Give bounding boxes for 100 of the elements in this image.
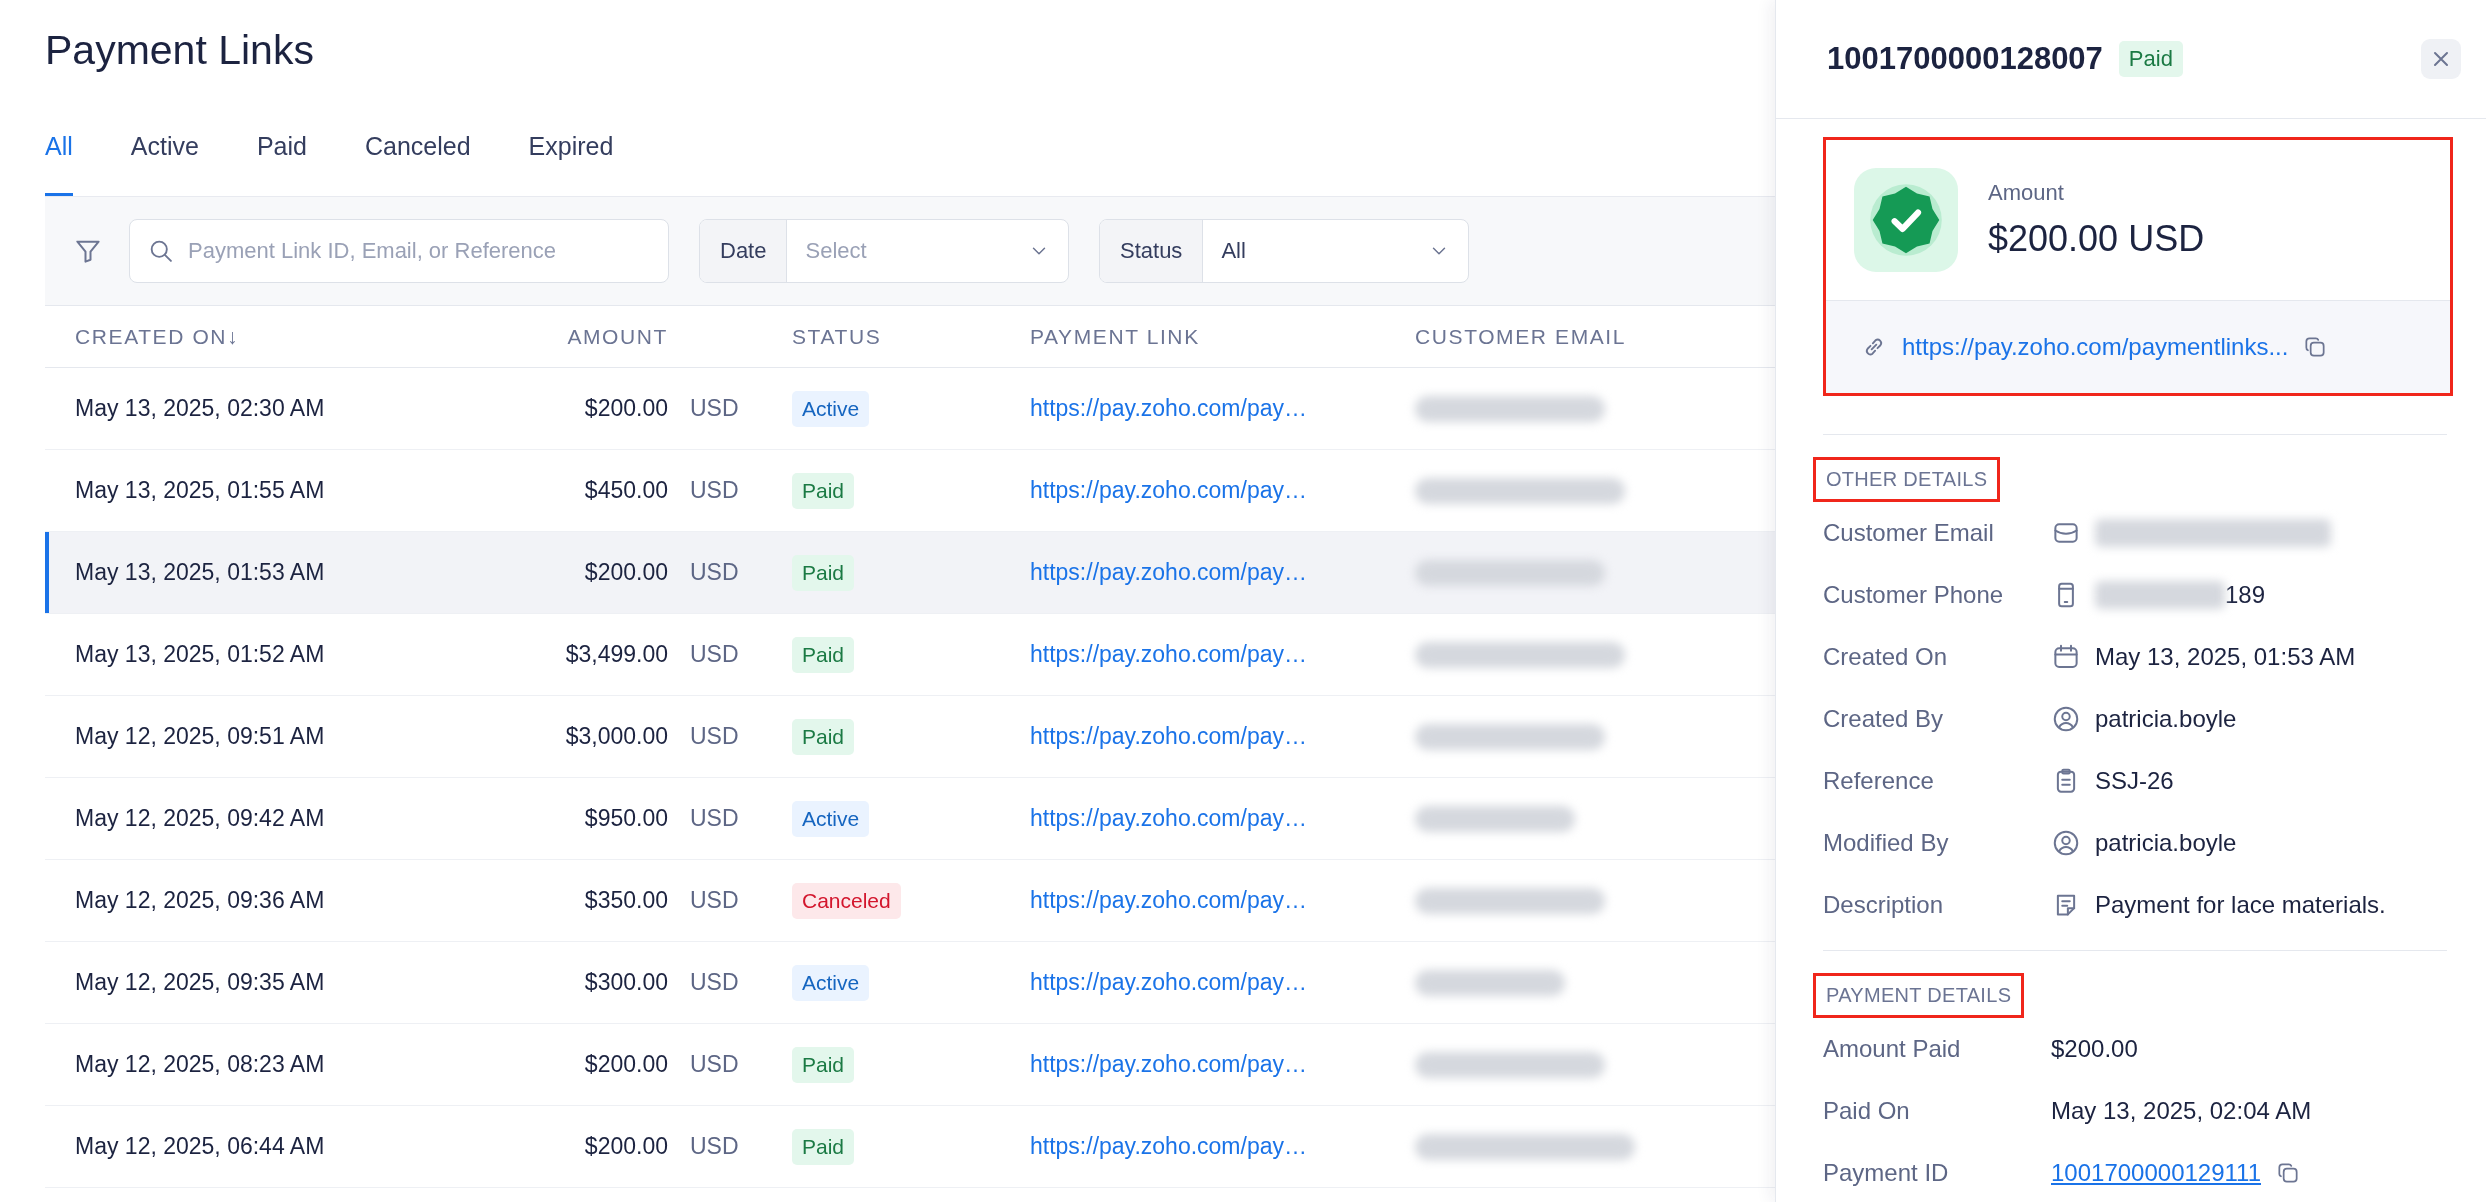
payment-link[interactable]: https://pay.zoho.com/pay… [1030,805,1307,832]
table-cell: $200.00 [584,1051,668,1078]
payment-link[interactable]: https://pay.zoho.com/pay… [1030,887,1307,914]
field-value: $200.00 [2051,1035,2138,1063]
payment-link[interactable]: https://pay.zoho.com/pay… [1030,1133,1307,1160]
copy-icon[interactable] [2275,1160,2301,1186]
payment-link[interactable]: https://pay.zoho.com/pay… [1030,1051,1307,1078]
filter-label: Date [700,220,788,282]
table-cell: $200.00 [584,395,668,422]
amount-value: $200.00 USD [1988,218,2205,260]
table-row[interactable]: May 12, 2025, 09:42 AM $950.00 USD Active https://pay.zoho.com/pay… [45,778,1775,860]
payment-link-id: 1001700000128007 [1827,41,2103,77]
field-value: Payment for lace materials. [2095,891,2386,919]
table-cell: $450.00 [584,477,668,504]
section-heading: OTHER DETAILS [1813,457,2001,502]
table-cell: $3,000.00 [565,723,668,750]
column-header[interactable]: AMOUNT [567,324,668,349]
table-row[interactable]: May 13, 2025, 01:53 AM $200.00 USD Paid https://pay.zoho.com/pay… [45,532,1775,614]
table-row[interactable]: May 12, 2025, 09:36 AM $350.00 USD Canceled https://pay.zoho.com/pay… [45,860,1775,942]
search-field[interactable]: Payment Link ID, Email, or Reference [129,219,669,283]
payment-link[interactable]: https://pay.zoho.com/pay… [1030,723,1307,750]
column-header[interactable]: STATUS [792,324,1030,349]
amount-label: Amount [1988,180,2065,206]
field-label: Amount Paid [1823,1035,1962,1063]
payment-link[interactable]: https://pay.zoho.com/pay… [1030,477,1307,504]
table-cell-text: USD [689,1051,740,1078]
verified-badge-icon [1854,168,1958,272]
table-cell: $200.00 [584,1133,668,1160]
tab[interactable]: Paid [256,132,307,196]
status-badge: Paid [792,1046,855,1083]
dropdown[interactable]: Select [787,220,1068,282]
table-cell-text: USD [689,477,740,504]
table-row[interactable]: May 13, 2025, 01:52 AM $3,499.00 USD Paid https://pay.zoho.com/pay… [45,614,1775,696]
user-icon [2051,828,2081,858]
table-row[interactable]: May 13, 2025, 02:30 AM $200.00 USD Active https://pay.zoho.com/pay… [45,368,1775,450]
table-cell: $350.00 [584,887,668,914]
payment-id-link[interactable]: 1001700000129111 [2051,1159,2261,1187]
table-cell: $300.00 [584,969,668,996]
status-badge: Active [792,800,870,837]
table-cell-text: May 13, 2025, 01:55 AM [75,477,326,504]
table-cell: $200.00 [584,559,668,586]
table-row[interactable]: May 12, 2025, 08:23 AM $200.00 USD Paid https://pay.zoho.com/pay… [45,1024,1775,1106]
table-row[interactable]: May 12, 2025, 09:51 AM $3,000.00 USD Paid https://pay.zoho.com/pay… [45,696,1775,778]
tab[interactable]: Expired [528,132,614,196]
status-badge: Active [792,964,870,1001]
status-badge: Paid [792,636,855,673]
filter-label: Status [1100,220,1204,282]
tab[interactable]: Canceled [364,132,471,196]
payment-link[interactable]: https://pay.zoho.com/paymentlinks... [1902,333,2289,361]
column-header[interactable]: CREATED ON↓ [75,324,480,349]
field-label: Created By [1823,705,1945,733]
table-row[interactable]: May 12, 2025, 06:44 AM $200.00 USD Paid https://pay.zoho.com/pay… [45,1106,1775,1188]
table-cell-text: USD [689,1133,740,1160]
table-cell-text: USD [689,395,740,422]
payment-link[interactable]: https://pay.zoho.com/pay… [1030,559,1307,586]
column-header[interactable]: PAYMENT LINK [1030,324,1415,349]
field-label: Created On [1823,643,1949,671]
field-value: patricia.boyle [2095,705,2237,733]
section-heading: PAYMENT DETAILS [1813,973,2025,1018]
column-header[interactable]: CUSTOMER EMAIL [1415,324,1775,349]
table-cell-text: USD [689,805,740,832]
table-cell-text: May 13, 2025, 01:53 AM [75,559,326,586]
status-badge: Canceled [792,882,901,919]
tab[interactable]: Active [130,132,199,196]
payment-link[interactable]: https://pay.zoho.com/pay… [1030,395,1307,422]
status-badge: Paid [792,554,855,591]
field-label: Reference [1823,767,1935,795]
field-value: May 13, 2025, 01:53 AM [2095,643,2356,671]
field-label: Paid On [1823,1097,1911,1125]
status-badge: Paid [792,1128,855,1165]
table-cell-text: USD [689,887,740,914]
table-cell-text: May 12, 2025, 09:51 AM [75,723,326,750]
field-value: SSJ-26 [2095,767,2174,795]
field-value: 189 [2225,581,2266,609]
table-row[interactable]: May 12, 2025, 09:35 AM $300.00 USD Active https://pay.zoho.com/pay… [45,942,1775,1024]
field-label: Customer Email [1823,519,1995,547]
field-label: Customer Phone [1823,581,2005,609]
table-cell-text: May 12, 2025, 09:36 AM [75,887,326,914]
close-button[interactable] [2421,39,2461,79]
table-cell-text: May 12, 2025, 09:35 AM [75,969,326,996]
status-badge: Active [792,390,870,427]
table-cell-text: USD [689,723,740,750]
status-badge: Paid [2118,41,2183,77]
field-value: May 13, 2025, 02:04 AM [2051,1097,2312,1125]
table-cell-text: USD [689,641,740,668]
field-label: Payment ID [1823,1159,1950,1187]
payment-link[interactable]: https://pay.zoho.com/pay… [1030,641,1307,668]
status-badge: Paid [792,718,855,755]
dropdown[interactable]: All [1203,220,1468,282]
table-cell-text: USD [689,969,740,996]
status-badge: Paid [792,472,855,509]
table-cell-text: May 13, 2025, 02:30 AM [75,395,326,422]
table-cell-text: May 12, 2025, 08:23 AM [75,1051,326,1078]
table-cell-text: May 13, 2025, 01:52 AM [75,641,326,668]
table-cell: $950.00 [584,805,668,832]
payment-link[interactable]: https://pay.zoho.com/pay… [1030,969,1307,996]
field-value: patricia.boyle [2095,829,2237,857]
field-label: Description [1823,891,1945,919]
user-icon [2051,704,2081,734]
page-title: Payment Links [45,26,315,75]
